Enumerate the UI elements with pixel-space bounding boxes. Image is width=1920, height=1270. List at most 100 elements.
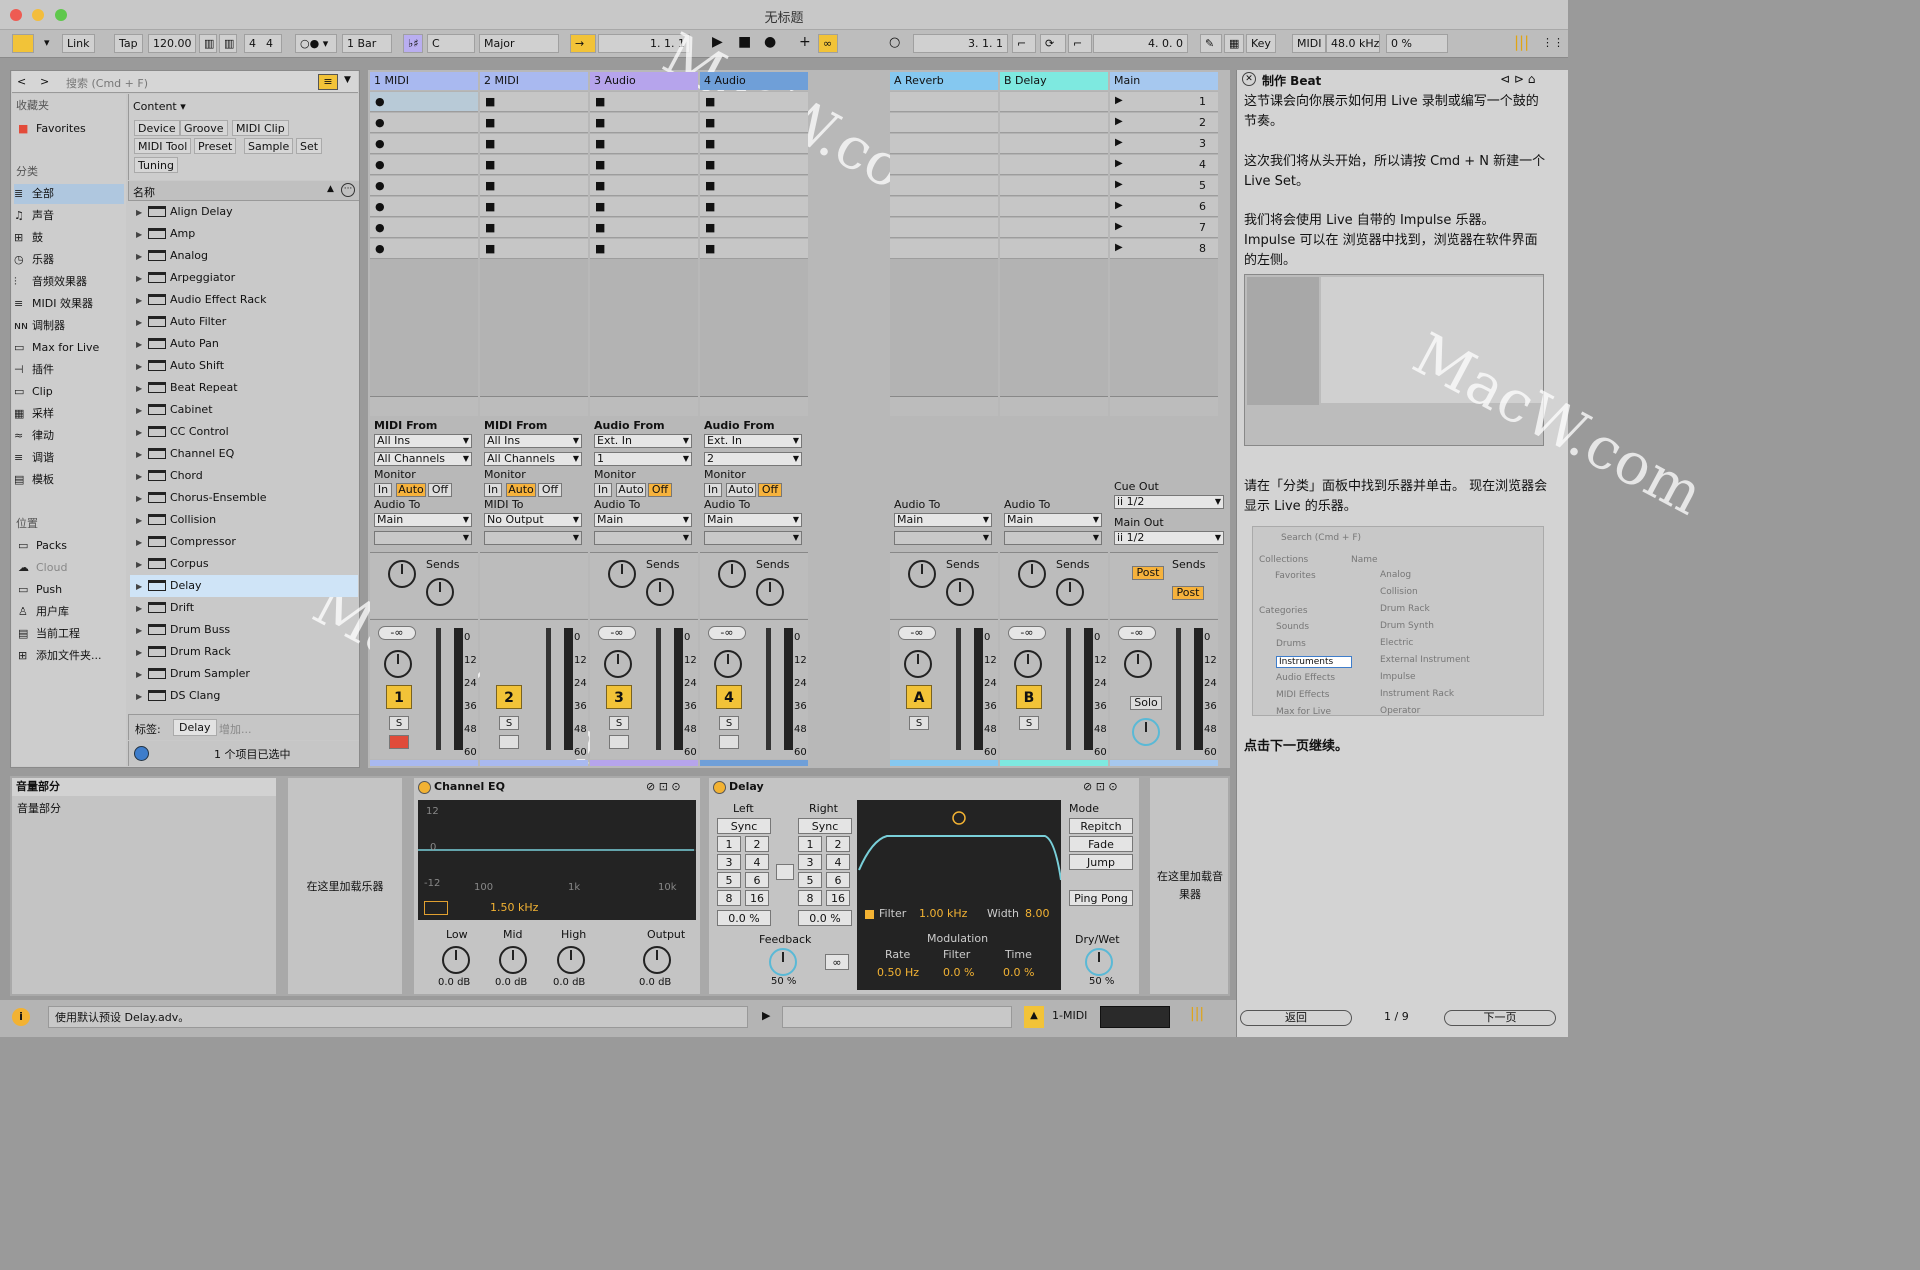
eq-mid-knob[interactable] [499,946,527,974]
output-channel-select[interactable] [594,531,692,545]
arm-button[interactable] [499,735,519,749]
lesson-next-button[interactable]: 下一页 [1444,1010,1556,1026]
arm-button[interactable] [609,735,629,749]
main-out-select[interactable]: ii 1/2 [1114,531,1224,545]
expand-arrow-icon[interactable]: ▶ [136,532,148,554]
cue-out-select[interactable]: ii 1/2 [1114,495,1224,509]
track-header[interactable]: 1 MIDI [370,72,478,90]
record-arm-slot-icon[interactable]: ■ [485,137,495,150]
preview-icon[interactable] [134,746,149,761]
send-b-knob[interactable] [946,578,974,606]
expand-arrow-icon[interactable]: ▶ [136,488,148,510]
send-b-knob[interactable] [1056,578,1084,606]
expand-arrow-icon[interactable]: ▶ [136,356,148,378]
stop-slot-icon[interactable]: ■ [705,242,715,255]
filter-tag[interactable]: MIDI Tool [134,138,192,154]
dry-wet-knob[interactable] [1085,948,1113,976]
arrangement-position[interactable]: 1. 1. 1 [598,34,690,53]
solo-button[interactable]: S [1019,716,1039,730]
record-arm-slot-icon[interactable]: ● [375,242,385,255]
quantization-select[interactable]: 1 Bar [342,34,392,53]
expand-arrow-icon[interactable]: ▶ [136,554,148,576]
right-time-button[interactable]: 8 [798,890,822,906]
clip-slot[interactable]: ■ [590,176,698,196]
volume-value[interactable]: -∞ [898,626,936,640]
expand-arrow-icon[interactable]: ▶ [136,378,148,400]
send-a-knob[interactable] [608,560,636,588]
nudge-down-icon[interactable]: ▥ [199,34,217,53]
pan-knob[interactable] [904,650,932,678]
browser-item[interactable]: ▶ Drum Rack [130,641,358,663]
browser-item[interactable]: ▶ Auto Filter [130,311,358,333]
record-arm-slot-icon[interactable]: ● [375,221,385,234]
category-item[interactable]: ≡ 调谐 [14,448,124,468]
monitor-auto-button[interactable]: Auto [616,483,646,497]
punch-out-icon[interactable]: ⌐ [1068,34,1092,53]
eq-high-knob[interactable] [557,946,585,974]
clip-slot[interactable]: ▶ 3 [1110,134,1218,154]
input-type-select[interactable]: Ext. In [594,434,692,448]
back-icon[interactable]: < [17,75,26,88]
expand-arrow-icon[interactable]: ▶ [136,642,148,664]
left-time-button[interactable]: 4 [745,854,769,870]
mod-filter[interactable]: 0.0 % [943,966,974,979]
clip-slot[interactable]: ■ [480,134,588,154]
stop-slot-icon[interactable]: ■ [705,200,715,213]
browser-item[interactable]: ▶ Arpeggiator [130,267,358,289]
expand-arrow-icon[interactable]: ▶ [136,510,148,532]
expand-arrow-icon[interactable]: ▶ [136,422,148,444]
record-arm-slot-icon[interactable]: ● [375,116,385,129]
volume-fader[interactable] [436,628,441,750]
left-time-button[interactable]: 16 [745,890,769,906]
clip-slot[interactable] [1000,113,1108,133]
clip-slot[interactable]: ● [370,113,478,133]
clip-slot[interactable]: ■ [700,197,808,217]
send-b-knob[interactable] [426,578,454,606]
browser-item[interactable]: ▶ Audio Effect Rack [130,289,358,311]
browser-item[interactable]: ▶ Drum Buss [130,619,358,641]
send-a-knob[interactable] [908,560,936,588]
volume-value[interactable]: -∞ [1008,626,1046,640]
solo-button[interactable]: S [909,716,929,730]
scale-select[interactable]: Major [479,34,559,53]
volume-fader[interactable] [766,628,771,750]
ping-pong-button[interactable]: Ping Pong [1069,890,1133,906]
scale-mode-icon[interactable]: ♭♯ [403,34,423,53]
clip-slot[interactable]: ■ [480,113,588,133]
return-activator-button[interactable]: A [906,685,932,709]
right-time-button[interactable]: 16 [826,890,850,906]
right-time-button[interactable]: 6 [826,872,850,888]
place-item[interactable]: ▭ Push [18,580,62,600]
record-arm-slot-icon[interactable]: ■ [485,116,495,129]
stop-slot-icon[interactable]: ■ [595,158,605,171]
monitor-off-button[interactable]: Off [648,483,672,497]
volume-fader[interactable] [546,628,551,750]
expand-arrow-icon[interactable]: ▶ [136,268,148,290]
monitor-off-button[interactable]: Off [538,483,562,497]
computer-keyboard-icon[interactable]: ▦ [1224,34,1244,53]
name-column-header[interactable]: 名称 ▲ ··· [128,181,359,201]
left-offset[interactable]: 0.0 % [717,910,771,926]
return-activator-button[interactable]: B [1016,685,1042,709]
browser-item[interactable]: ▶ Analog [130,245,358,267]
category-item[interactable]: ▤ 模板 [14,470,124,490]
clip-slot[interactable]: ▶ 7 [1110,218,1218,238]
midi-map-button[interactable]: MIDI [1292,34,1326,53]
punch-in-icon[interactable]: ⌐ [1012,34,1036,53]
freeze-infinity-button[interactable]: ∞ [825,954,849,970]
volume-fader[interactable] [1066,628,1071,750]
clip-slot[interactable] [1000,92,1108,112]
solo-button[interactable]: S [719,716,739,730]
key-map-button[interactable]: Key [1246,34,1276,53]
stop-slot-icon[interactable]: ■ [705,116,715,129]
stop-slot-icon[interactable]: ■ [595,242,605,255]
record-arm-slot-icon[interactable]: ● [375,158,385,171]
filter-tag[interactable]: Sample [244,138,294,154]
category-item[interactable]: ▦ 采样 [14,404,124,424]
send-a-knob[interactable] [388,560,416,588]
place-item[interactable]: ⊞ 添加文件夹... [18,646,102,666]
repitch-button[interactable]: Repitch [1069,818,1133,834]
volume-value[interactable]: -∞ [708,626,746,640]
clip-slot[interactable] [890,92,998,112]
arm-button[interactable] [389,735,409,749]
